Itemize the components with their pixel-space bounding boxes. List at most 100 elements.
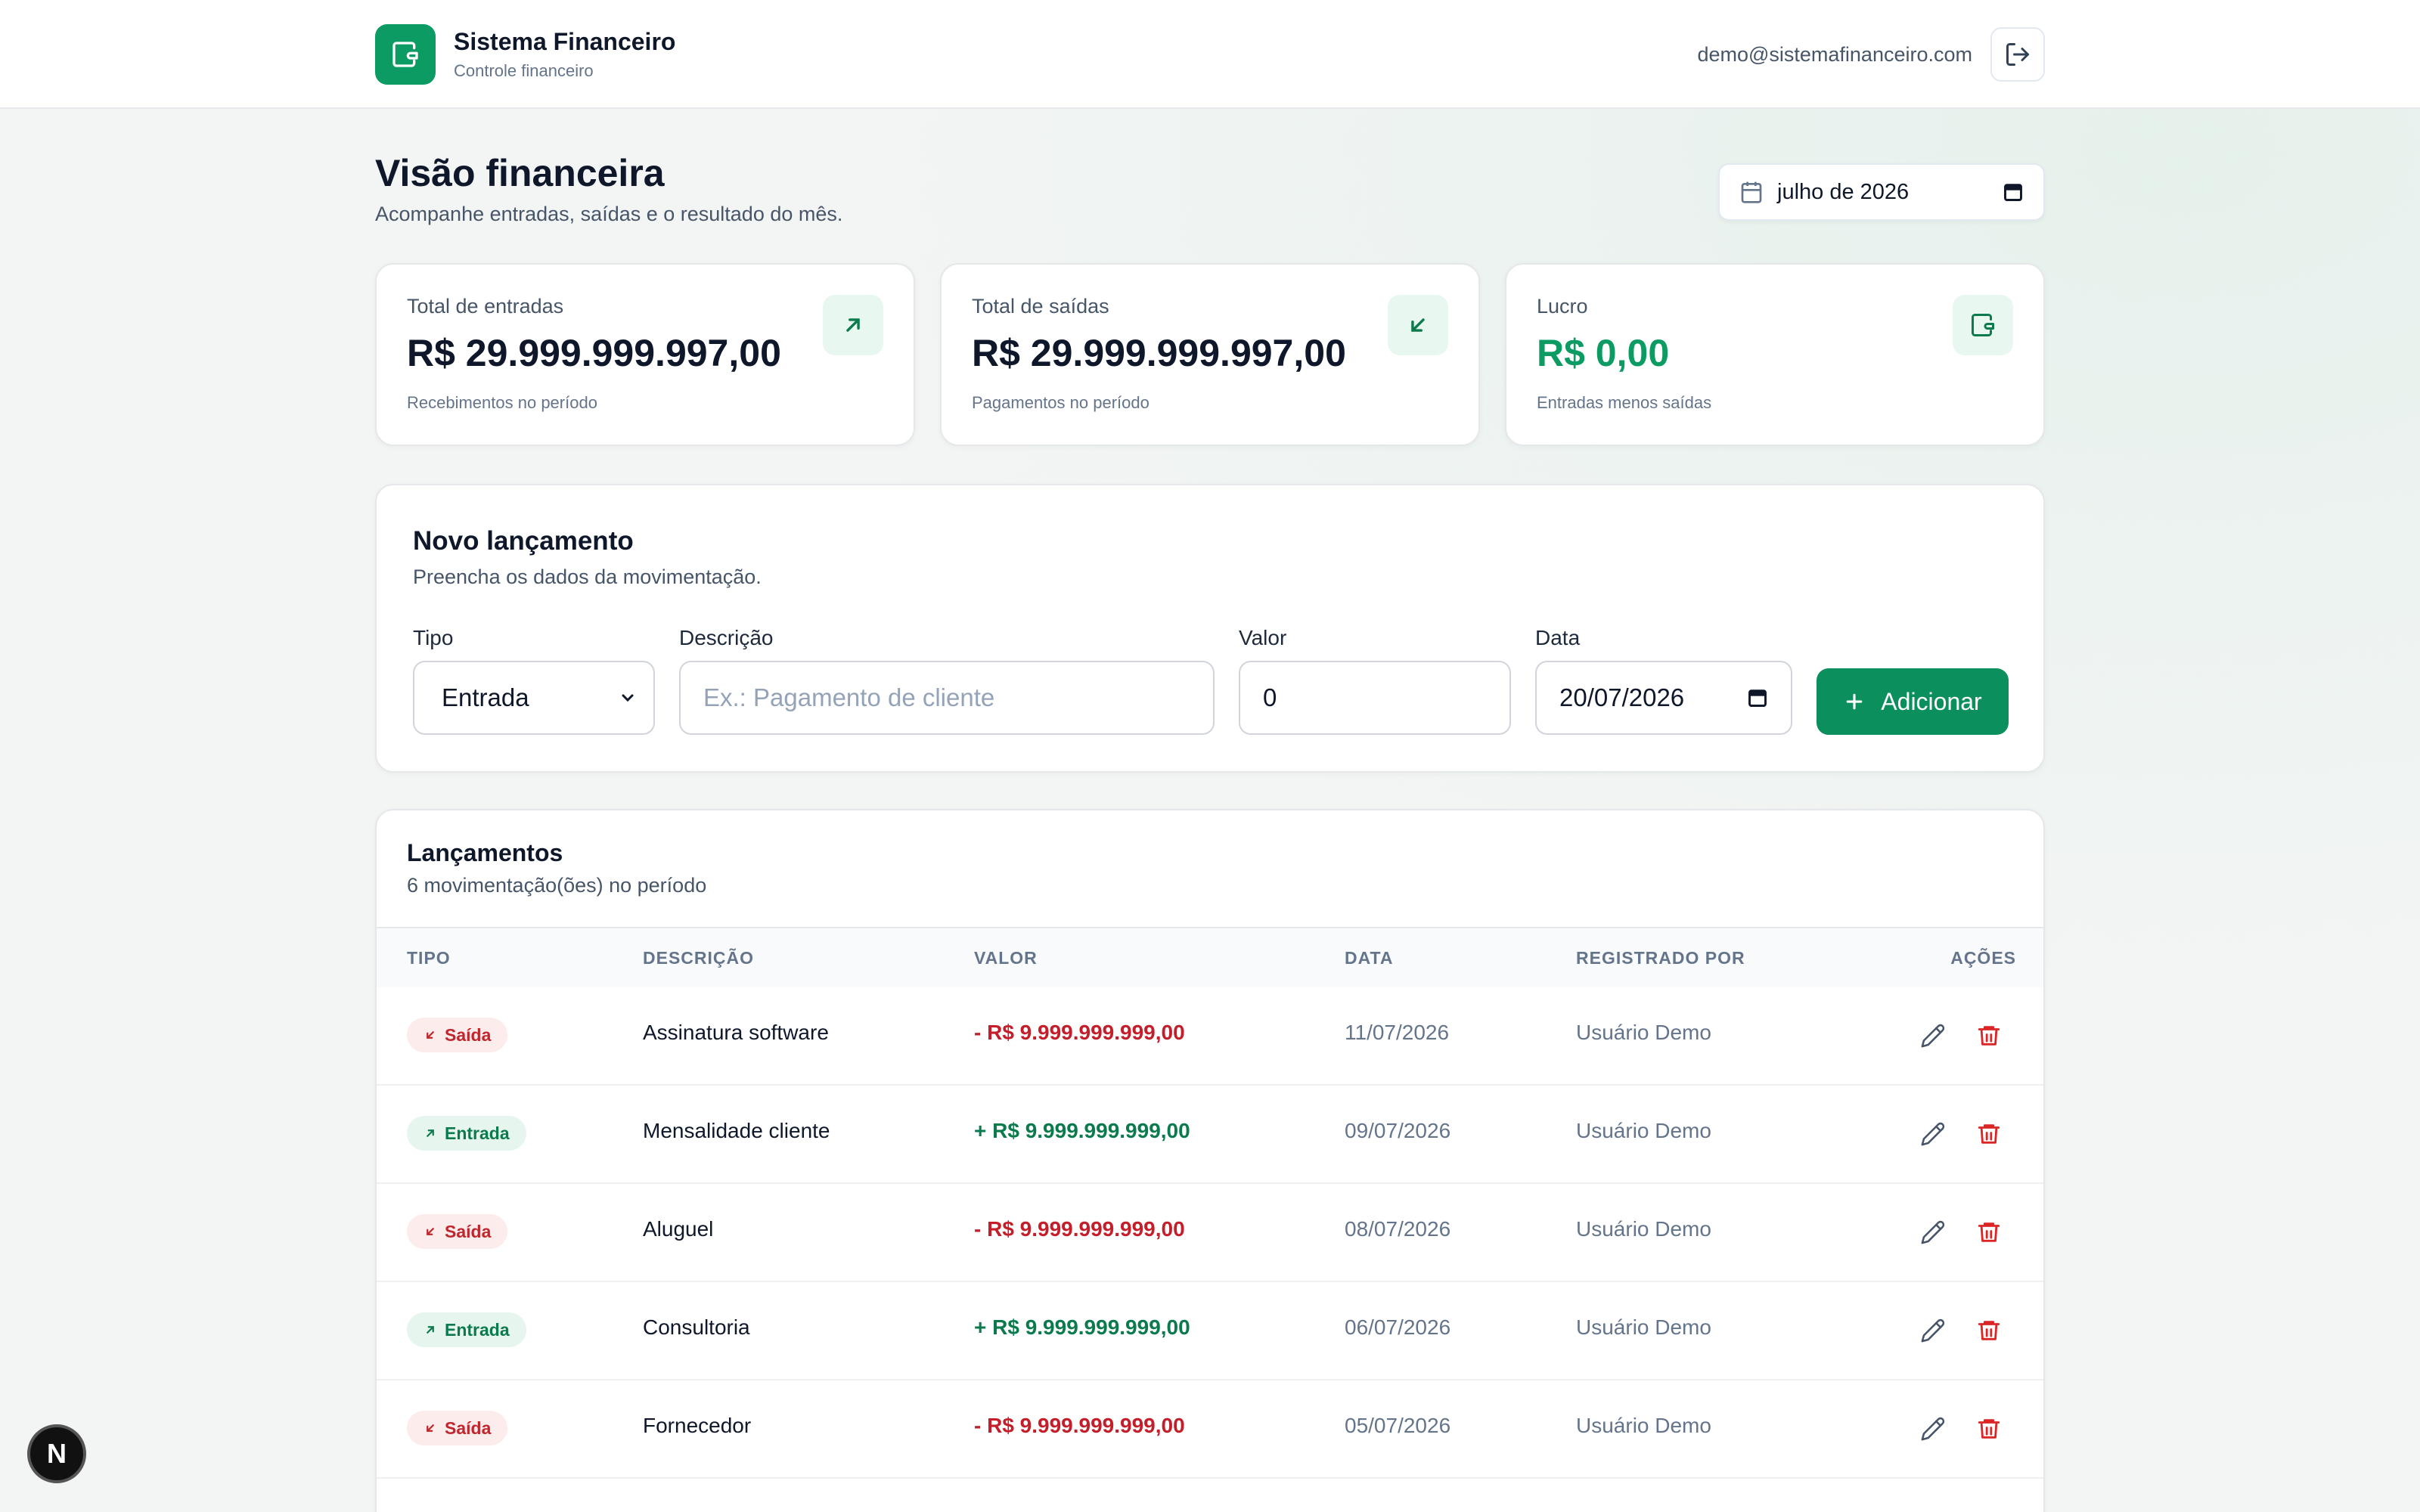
row-data: 09/07/2026 [1345, 1119, 1451, 1142]
edit-button[interactable] [1915, 1018, 1951, 1054]
tipo-label: Tipo [413, 626, 454, 649]
row-registrado-por: Usuário Demo [1576, 1119, 1711, 1142]
list-subtitle: 6 movimentação(ões) no período [407, 874, 707, 897]
arrow-down-left-icon [424, 1225, 445, 1238]
valor-label: Valor [1239, 626, 1287, 649]
col-descricao: DESCRIÇÃO [643, 948, 755, 968]
add-button-label: Adicionar [1881, 687, 1982, 715]
pencil-icon [1920, 1023, 1946, 1049]
type-badge: Entrada [407, 1116, 526, 1151]
arrow-up-right-icon [823, 295, 883, 355]
type-badge: Saída [407, 1411, 508, 1445]
card-note: Pagamentos no período [972, 393, 1150, 412]
data-input[interactable]: 20/07/2026 [1535, 661, 1792, 735]
type-badge: Saída [407, 1214, 508, 1249]
form-title: Novo lançamento [413, 526, 634, 556]
list-title: Lançamentos [407, 839, 563, 866]
card-label: Total de saídas [972, 295, 1109, 318]
row-data: 06/07/2026 [1345, 1315, 1451, 1339]
row-registrado-por: Usuário Demo [1576, 1217, 1711, 1241]
form-subtitle: Preencha os dados da movimentação. [413, 565, 762, 588]
edit-button[interactable] [1915, 1411, 1951, 1447]
arrow-up-right-icon [424, 1126, 445, 1140]
table-row: Saída Fornecedor - R$ 9.999.999.999,00 05/0… [377, 1380, 2043, 1479]
arrow-up-right-icon [424, 1323, 445, 1337]
trash-icon [1976, 1023, 2002, 1049]
row-valor: + R$ 9.999.999.999,00 [974, 1119, 1190, 1142]
row-registrado-por: Usuário Demo [1576, 1414, 1711, 1437]
col-acoes: AÇÕES [1950, 948, 2016, 968]
arrow-down-left-icon [424, 1421, 445, 1435]
row-descricao: Aluguel [643, 1217, 714, 1241]
table-row: Entrada Mensalidade cliente + R$ 9.999.999… [377, 1086, 2043, 1184]
row-data: 11/07/2026 [1345, 1021, 1450, 1044]
card-label: Total de entradas [407, 295, 564, 318]
chevron-down-icon [622, 694, 634, 702]
trash-icon [1976, 1416, 2002, 1442]
trash-icon [1976, 1318, 2002, 1343]
type-badge: Entrada [407, 1312, 526, 1347]
entries-list: Lançamentos 6 movimentação(ões) no perío… [375, 809, 2045, 1512]
plus-icon [1846, 693, 1863, 710]
type-label: Entrada [445, 1319, 510, 1340]
card-total-saidas: Total de saídas R$ 29.999.999.997,00 Pag… [940, 263, 1480, 446]
nextjs-dev-badge[interactable]: N [27, 1424, 86, 1483]
row-data: 05/07/2026 [1345, 1414, 1451, 1437]
app-title: Sistema Financeiro [454, 28, 676, 55]
top-bar: Sistema Financeiro Controle financeiro d… [0, 0, 2420, 109]
type-label: Entrada [445, 1123, 510, 1143]
row-valor: - R$ 9.999.999.999,00 [974, 1414, 1185, 1437]
table-header: TIPO DESCRIÇÃO VALOR DATA REGISTRADO POR… [377, 927, 2043, 987]
wallet-icon [375, 24, 436, 85]
app-subtitle: Controle financeiro [454, 61, 594, 80]
edit-button[interactable] [1915, 1116, 1951, 1152]
trash-icon [1976, 1121, 2002, 1147]
row-descricao: Consultoria [643, 1315, 750, 1339]
data-label: Data [1535, 626, 1581, 649]
card-value: R$ 0,00 [1537, 332, 1670, 374]
delete-button[interactable] [1971, 1411, 2007, 1447]
tipo-select[interactable]: Entrada [413, 661, 655, 735]
delete-button[interactable] [1971, 1312, 2007, 1349]
month-value: julho de 2026 [1777, 179, 1910, 204]
delete-button[interactable] [1971, 1214, 2007, 1250]
type-label: Saída [445, 1418, 492, 1438]
trash-icon [1976, 1219, 2002, 1245]
type-badge: Saída [407, 1018, 508, 1052]
tipo-value: Entrada [442, 683, 529, 711]
edit-button[interactable] [1915, 1214, 1951, 1250]
delete-button[interactable] [1971, 1116, 2007, 1152]
logout-button[interactable] [1990, 27, 2045, 82]
card-note: Recebimentos no período [407, 393, 597, 412]
month-picker[interactable]: julho de 2026 [1718, 163, 2045, 221]
row-descricao: Fornecedor [643, 1414, 752, 1437]
wallet-icon [1953, 295, 2013, 355]
page-subtitle: Acompanhe entradas, saídas e o resultado… [375, 203, 843, 225]
logout-icon [2006, 43, 2029, 66]
type-label: Saída [445, 1024, 492, 1045]
brand: Sistema Financeiro Controle financeiro [375, 24, 675, 85]
calendar-icon[interactable] [1747, 687, 1768, 708]
row-descricao: Mensalidade cliente [643, 1119, 830, 1142]
user-email: demo@sistemafinanceiro.com [1697, 42, 1972, 66]
row-registrado-por: Usuário Demo [1576, 1021, 1711, 1044]
delete-button[interactable] [1971, 1018, 2007, 1054]
pencil-icon [1920, 1219, 1946, 1245]
row-data: 08/07/2026 [1345, 1217, 1451, 1241]
arrow-down-left-icon [424, 1028, 445, 1042]
descricao-input[interactable]: Ex.: Pagamento de cliente [679, 661, 1215, 735]
new-entry-form: Novo lançamento Preencha os dados da mov… [375, 484, 2045, 773]
table-row: Saída Assinatura software - R$ 9.999.999.9… [377, 987, 2043, 1086]
type-label: Saída [445, 1221, 492, 1241]
card-value: R$ 29.999.999.997,00 [972, 332, 1346, 374]
add-button[interactable]: Adicionar [1817, 668, 2009, 735]
pencil-icon [1920, 1121, 1946, 1147]
edit-button[interactable] [1915, 1312, 1951, 1349]
pencil-icon [1920, 1318, 1946, 1343]
table-row: Saída Aluguel - R$ 9.999.999.999,00 08/07/2… [377, 1184, 2043, 1282]
valor-input[interactable]: 0 [1239, 661, 1511, 735]
card-total-entradas: Total de entradas R$ 29.999.999.997,00 R… [375, 263, 915, 446]
card-lucro: Lucro R$ 0,00 Entradas menos saídas [1505, 263, 2045, 446]
table-row: Entrada Consultoria + R$ 9.999.999.999,00 0… [377, 1282, 2043, 1380]
calendar-dropdown-icon[interactable] [2003, 181, 2024, 203]
